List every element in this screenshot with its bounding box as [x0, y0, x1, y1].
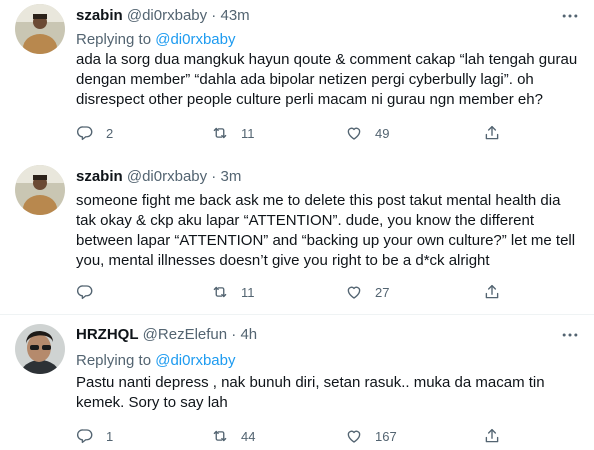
tweet-header: HRZHQL @RezElefun · 4h	[76, 325, 257, 345]
like-count: 49	[375, 125, 390, 141]
user-handle[interactable]: @di0rxbaby	[127, 7, 207, 24]
separator-dot: ·	[227, 326, 241, 343]
timestamp[interactable]: 43m	[220, 7, 249, 24]
separator-dot: ·	[207, 168, 221, 185]
replying-to-link[interactable]: @di0rxbaby	[155, 31, 235, 48]
like-button[interactable]: 27	[345, 282, 389, 302]
share-icon	[483, 283, 501, 301]
like-count: 27	[375, 284, 390, 300]
retweet-icon	[211, 124, 229, 142]
display-name[interactable]: HRZHQL	[76, 326, 139, 343]
retweet-count: 11	[241, 125, 255, 141]
retweet-count: 44	[241, 428, 256, 444]
tweet-header: szabin @di0rxbaby · 43m	[76, 6, 250, 26]
reply-count: 1	[106, 428, 114, 444]
avatar[interactable]	[15, 165, 65, 215]
share-button[interactable]	[483, 426, 501, 446]
reply-button[interactable]	[76, 282, 106, 302]
like-button[interactable]: 167	[345, 426, 397, 446]
timestamp[interactable]: 4h	[240, 326, 257, 343]
replying-to: Replying to @di0rxbaby	[76, 351, 236, 371]
more-icon[interactable]	[560, 6, 580, 26]
avatar[interactable]	[15, 324, 65, 374]
reply-icon	[76, 427, 94, 445]
reply-count: 2	[106, 125, 114, 141]
like-count: 167	[375, 428, 397, 444]
like-icon	[345, 427, 363, 445]
display-name[interactable]: szabin	[76, 168, 123, 185]
tweet-header: szabin @di0rxbaby · 3m	[76, 167, 241, 187]
share-button[interactable]	[483, 282, 501, 302]
replying-to-label: Replying to	[76, 31, 152, 48]
retweet-icon	[211, 427, 229, 445]
reply-button[interactable]: 1	[76, 426, 113, 446]
retweet-icon	[211, 283, 229, 301]
retweet-button[interactable]: 44	[211, 426, 255, 446]
tweet[interactable]: HRZHQL @RezElefun · 4h Replying to @di0r…	[0, 315, 594, 450]
like-icon	[345, 283, 363, 301]
share-icon	[483, 427, 501, 445]
replying-to-label: Replying to	[76, 352, 152, 369]
share-button[interactable]	[483, 123, 501, 143]
retweet-button[interactable]: 11	[211, 123, 255, 143]
avatar[interactable]	[15, 4, 65, 54]
separator-dot: ·	[207, 7, 221, 24]
reply-icon	[76, 124, 94, 142]
reply-button[interactable]: 2	[76, 123, 113, 143]
reply-icon	[76, 283, 94, 301]
tweet-text: someone fight me back ask me to delete t…	[76, 192, 576, 269]
tweet-text: Pastu nanti depress , nak bunuh diri, se…	[76, 374, 545, 411]
more-icon[interactable]	[560, 325, 580, 345]
user-handle[interactable]: @RezElefun	[143, 326, 227, 343]
like-icon	[345, 124, 363, 142]
user-handle[interactable]: @di0rxbaby	[127, 168, 207, 185]
timestamp[interactable]: 3m	[220, 168, 241, 185]
replying-to: Replying to @di0rxbaby	[76, 30, 236, 50]
tweet[interactable]: szabin @di0rxbaby · 3m someone fight me …	[0, 150, 594, 310]
retweet-button[interactable]: 11	[211, 282, 255, 302]
replying-to-link[interactable]: @di0rxbaby	[155, 352, 235, 369]
retweet-count: 11	[241, 284, 255, 300]
share-icon	[483, 124, 501, 142]
display-name[interactable]: szabin	[76, 7, 123, 24]
tweet[interactable]: szabin @di0rxbaby · 43m Replying to @di0…	[0, 0, 594, 150]
tweet-text: ada la sorg dua mangkuk hayun qoute & co…	[76, 51, 578, 108]
like-button[interactable]: 49	[345, 123, 389, 143]
